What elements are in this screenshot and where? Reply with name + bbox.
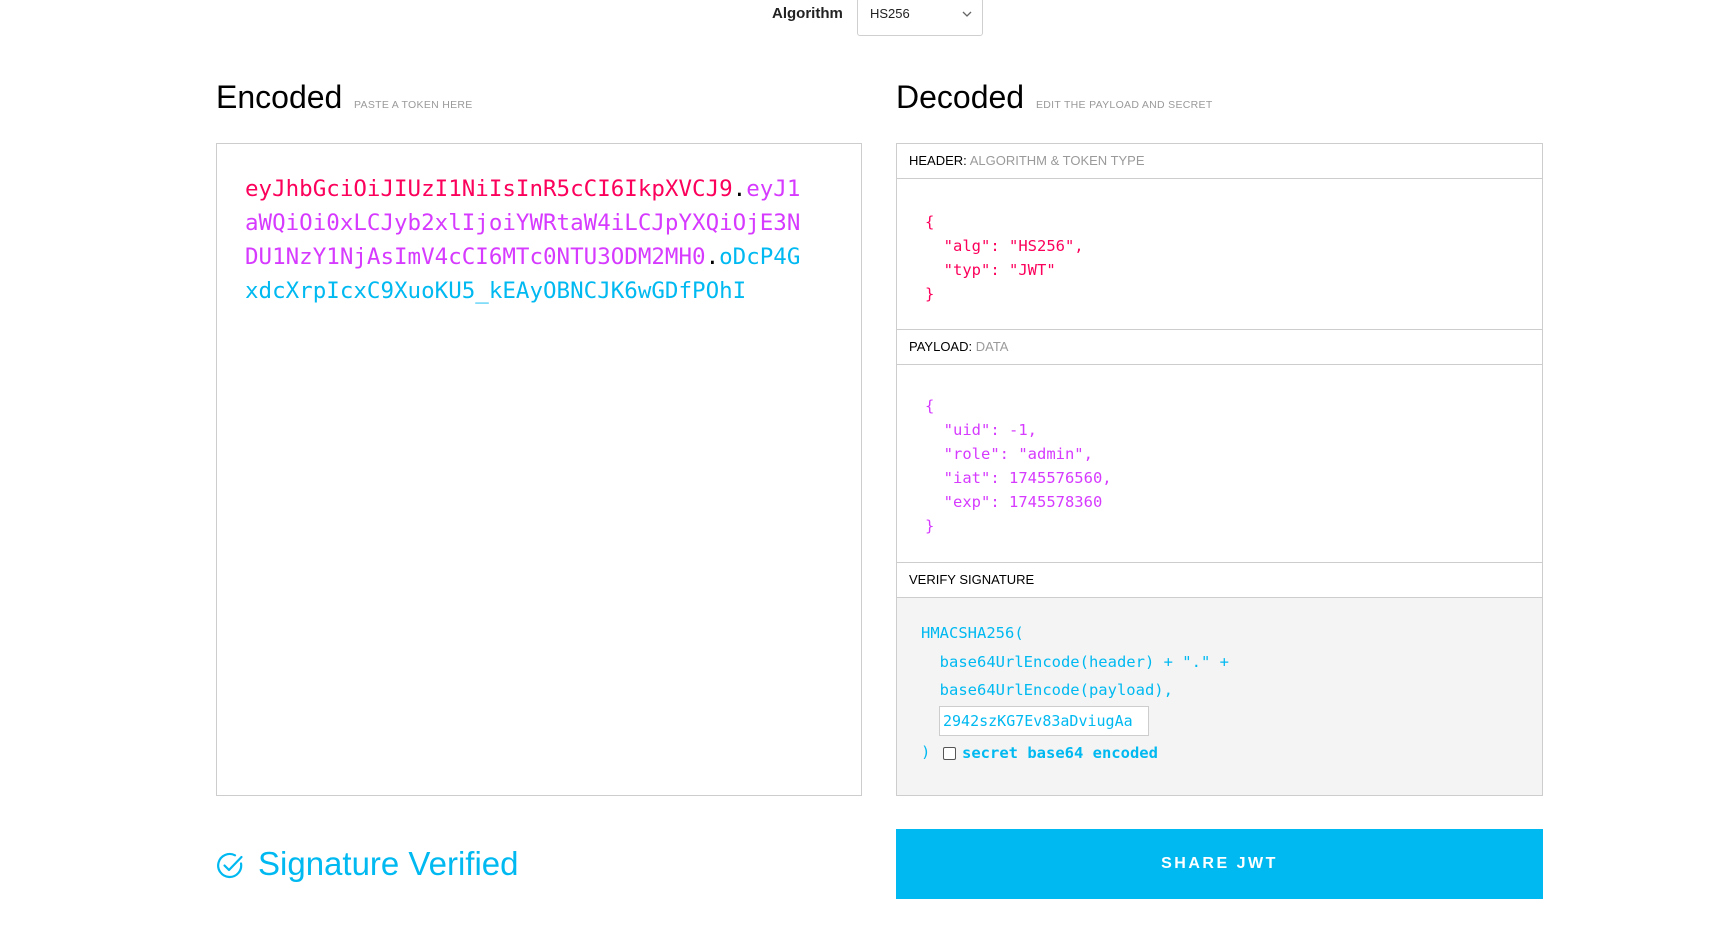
json-line: "uid": -1, bbox=[925, 421, 1037, 439]
json-line: "alg": "HS256", bbox=[925, 237, 1084, 255]
json-line: "iat": 1745576560, bbox=[925, 469, 1112, 487]
token-header-part: eyJhbGciOiJIUzI1NiIsInR5cCI6IkpXVCJ9 bbox=[245, 176, 733, 202]
payload-section-title: PAYLOAD: DATA bbox=[897, 330, 1542, 365]
header-section-sublabel: ALGORITHM & TOKEN TYPE bbox=[969, 153, 1145, 168]
verify-section-title: VERIFY SIGNATURE bbox=[897, 563, 1542, 598]
token-dot: . bbox=[732, 176, 747, 202]
encoded-title: Encoded bbox=[216, 79, 343, 115]
check-circle-icon bbox=[217, 852, 243, 879]
encoded-token[interactable]: eyJhbGciOiJIUzI1NiIsInR5cCI6IkpXVCJ9.eyJ… bbox=[245, 172, 805, 308]
decoded-title: Decoded bbox=[896, 79, 1025, 115]
json-line: } bbox=[925, 285, 935, 303]
decoded-panel: HEADER: ALGORITHM & TOKEN TYPE { "alg": … bbox=[896, 143, 1543, 796]
header-json-editor[interactable]: { "alg": "HS256", "typ": "JWT"} bbox=[897, 179, 1542, 330]
verify-code-line: base64UrlEncode(header) + "." + bbox=[921, 653, 1229, 671]
json-line: } bbox=[925, 517, 935, 535]
json-line: "typ": "JWT" bbox=[925, 261, 1056, 279]
verify-section-label: VERIFY SIGNATURE bbox=[909, 572, 1035, 587]
secret-base64-label[interactable]: secret base64 encoded bbox=[962, 744, 1158, 762]
payload-json-editor[interactable]: { "uid": -1, "role": "admin", "iat": 174… bbox=[897, 365, 1542, 563]
secret-input[interactable]: 2942szKG7Ev83aDviugAa bbox=[939, 706, 1149, 736]
share-jwt-button[interactable]: SHARE JWT bbox=[896, 829, 1543, 899]
header-section-title: HEADER: ALGORITHM & TOKEN TYPE bbox=[897, 144, 1542, 179]
json-line: "role": "admin", bbox=[925, 445, 1093, 463]
json-line: { bbox=[925, 397, 935, 415]
token-dot: . bbox=[705, 244, 720, 270]
json-line: "exp": 1745578360 bbox=[925, 493, 1103, 511]
algorithm-select-value: HS256 bbox=[870, 6, 910, 21]
verify-close-paren: ) bbox=[921, 743, 931, 761]
verify-code-line: HMACSHA256( bbox=[921, 624, 1024, 642]
verify-signature-body: HMACSHA256( base64UrlEncode(header) + ".… bbox=[897, 598, 1542, 795]
algorithm-label: Algorithm bbox=[772, 5, 843, 22]
payload-section-sublabel: DATA bbox=[975, 339, 1009, 354]
decoded-subtitle: EDIT THE PAYLOAD AND SECRET bbox=[1036, 99, 1213, 111]
verify-code-line: base64UrlEncode(payload), bbox=[921, 681, 1173, 699]
algorithm-bar: Algorithm HS256 bbox=[0, 0, 1729, 36]
signature-status-text: Signature Verified bbox=[258, 845, 519, 882]
algorithm-select[interactable]: HS256 bbox=[857, 0, 983, 36]
chevron-down-icon bbox=[962, 11, 972, 17]
secret-base64-checkbox[interactable] bbox=[943, 747, 956, 760]
payload-json[interactable]: { "uid": -1, "role": "admin", "iat": 174… bbox=[925, 394, 1112, 538]
payload-section-label: PAYLOAD: bbox=[909, 339, 973, 354]
header-section-label: HEADER: bbox=[909, 153, 967, 168]
json-line: { bbox=[925, 213, 935, 231]
encoded-token-editor[interactable]: eyJhbGciOiJIUzI1NiIsInR5cCI6IkpXVCJ9.eyJ… bbox=[216, 143, 862, 796]
encoded-subtitle: PASTE A TOKEN HERE bbox=[354, 99, 473, 111]
header-json[interactable]: { "alg": "HS256", "typ": "JWT"} bbox=[925, 210, 1084, 306]
